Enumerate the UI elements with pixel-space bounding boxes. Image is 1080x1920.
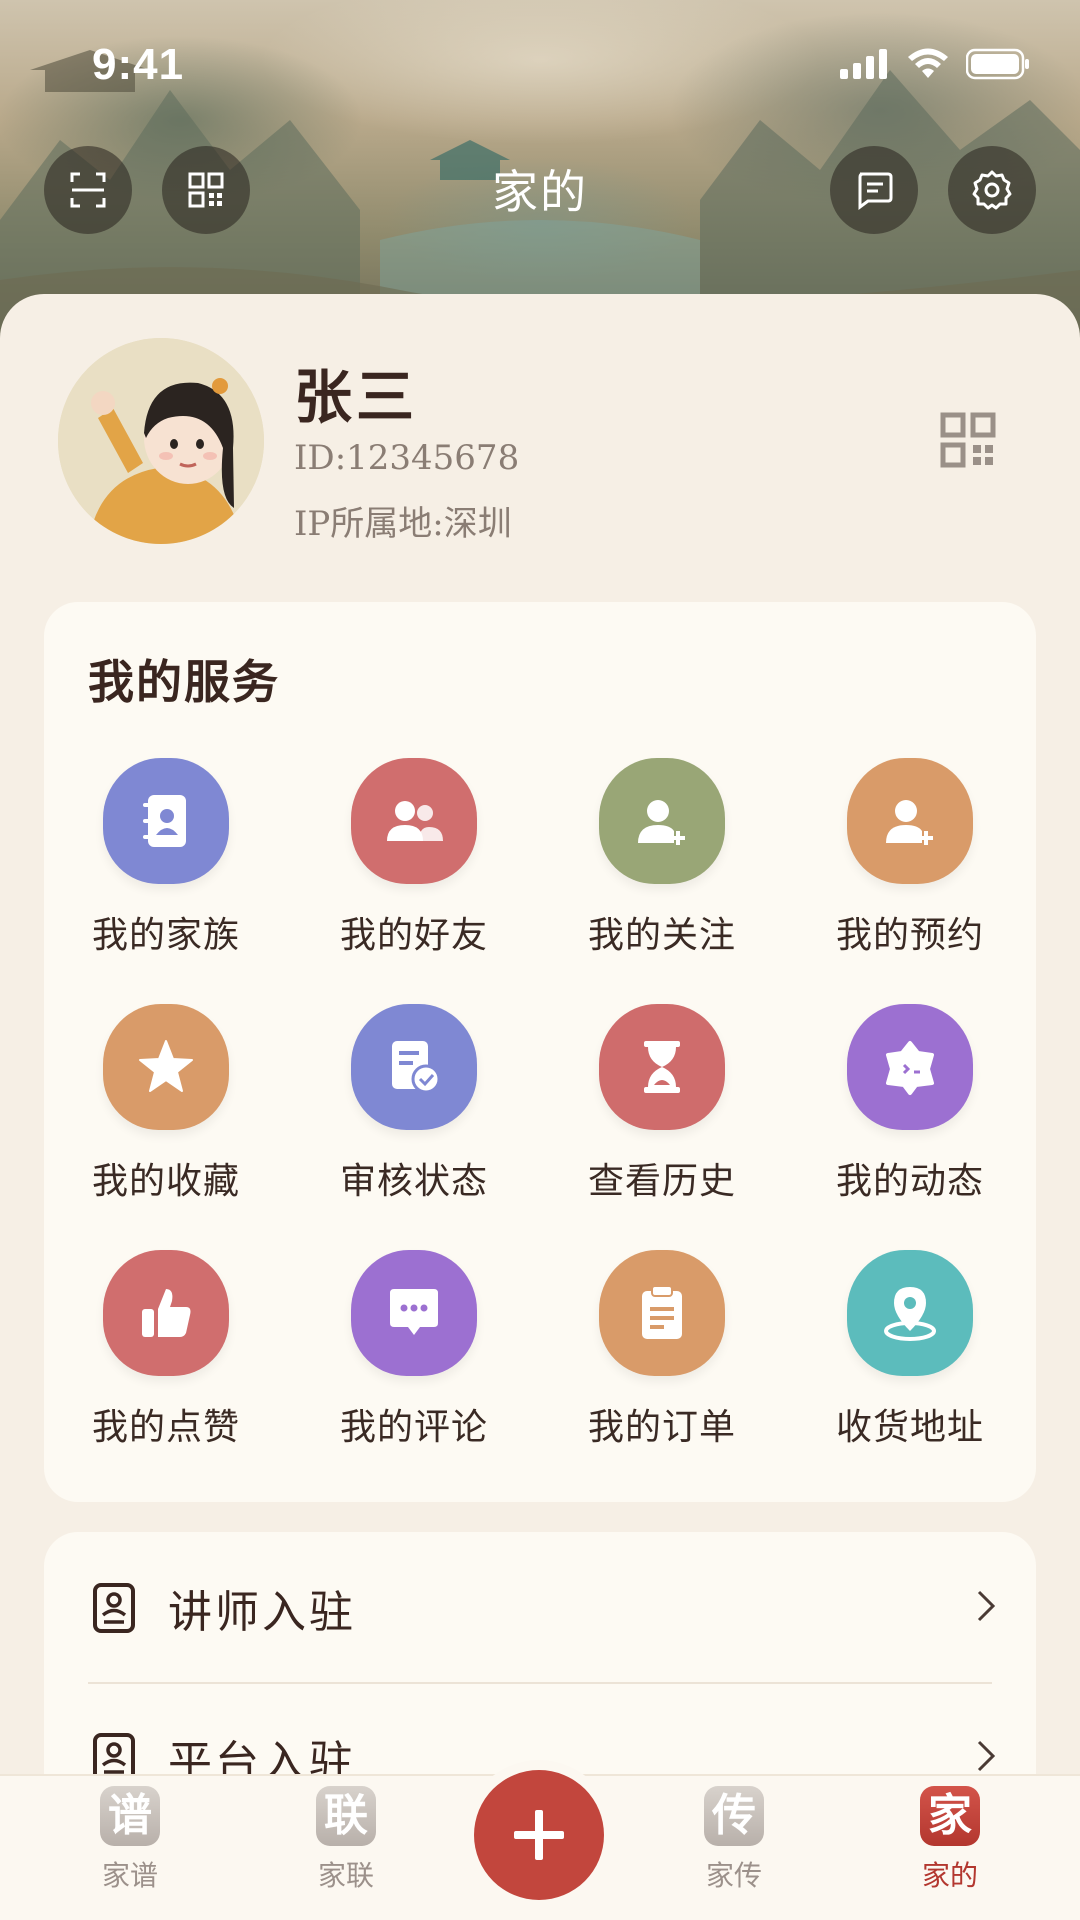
follow-user-icon bbox=[599, 758, 725, 884]
service-label: 我的收藏 bbox=[91, 1161, 240, 1202]
messages-button[interactable] bbox=[830, 146, 918, 234]
moments-icon bbox=[847, 1004, 973, 1130]
service-label: 审核状态 bbox=[339, 1161, 488, 1202]
service-orders[interactable]: 我的订单 bbox=[562, 1250, 762, 1450]
service-friends[interactable]: 我的好友 bbox=[314, 758, 514, 958]
status-icons bbox=[840, 48, 1030, 80]
family-legacy-icon: 传 bbox=[704, 1786, 764, 1846]
tab-label: 家的 bbox=[921, 1859, 978, 1892]
avatar[interactable] bbox=[58, 338, 264, 544]
chevron-right-icon bbox=[977, 1590, 996, 1622]
message-icon bbox=[858, 172, 893, 210]
qr-code-icon bbox=[940, 412, 996, 468]
battery-icon bbox=[966, 48, 1029, 80]
services-card: 我的服务 我的家族 我的好友 我的关注 我的预约 我的收藏 审核状态 查看历史 … bbox=[44, 602, 1036, 1502]
plus-icon bbox=[514, 1810, 564, 1860]
chevron-right-icon bbox=[977, 1740, 996, 1772]
service-favorites[interactable]: 我的收藏 bbox=[66, 1004, 266, 1204]
service-comments[interactable]: 我的评论 bbox=[314, 1250, 514, 1450]
user-ip-location: IP所属地:深圳 bbox=[294, 504, 512, 544]
tab-label: 家传 bbox=[705, 1859, 762, 1892]
service-family[interactable]: 我的家族 bbox=[66, 758, 266, 958]
service-label: 我的家族 bbox=[91, 915, 240, 956]
review-doc-icon bbox=[351, 1004, 477, 1130]
id-card-icon bbox=[93, 1583, 135, 1633]
service-label: 我的订单 bbox=[587, 1407, 736, 1448]
service-label: 我的动态 bbox=[835, 1161, 984, 1202]
page-title: 家的 bbox=[492, 165, 588, 219]
service-label: 我的点赞 bbox=[91, 1407, 240, 1448]
status-bar: 9:41 bbox=[0, 0, 1080, 130]
service-label: 我的关注 bbox=[587, 915, 736, 956]
list-item-label: 讲师入驻 bbox=[168, 1587, 356, 1638]
tab-label: 家联 bbox=[317, 1859, 374, 1892]
service-address[interactable]: 收货地址 bbox=[810, 1250, 1010, 1450]
hourglass-icon bbox=[599, 1004, 725, 1130]
thumbs-up-icon bbox=[103, 1250, 229, 1376]
address-book-icon bbox=[103, 758, 229, 884]
list-item-lecturer-join[interactable]: 讲师入驻 bbox=[44, 1532, 1036, 1684]
tab-family-tree[interactable]: 谱 家谱 bbox=[70, 1786, 190, 1894]
user-name: 张三 bbox=[294, 363, 419, 431]
clipboard-icon bbox=[599, 1250, 725, 1376]
settings-button[interactable] bbox=[948, 146, 1036, 234]
service-history[interactable]: 查看历史 bbox=[562, 1004, 762, 1204]
tab-mine[interactable]: 家 家的 bbox=[890, 1786, 1010, 1894]
profile-qr-button[interactable] bbox=[940, 412, 996, 468]
service-review-status[interactable]: 审核状态 bbox=[314, 1004, 514, 1204]
avatar-illustration bbox=[58, 338, 264, 544]
service-moments[interactable]: 我的动态 bbox=[810, 1004, 1010, 1204]
friends-icon bbox=[351, 758, 477, 884]
gear-icon bbox=[972, 170, 1012, 210]
comment-icon bbox=[351, 1250, 477, 1376]
signal-icon bbox=[840, 49, 887, 79]
service-label: 收货地址 bbox=[835, 1407, 984, 1448]
service-follow[interactable]: 我的关注 bbox=[562, 758, 762, 958]
family-union-icon: 联 bbox=[316, 1786, 376, 1846]
tab-family-legacy[interactable]: 传 家传 bbox=[674, 1786, 794, 1894]
family-tree-icon: 谱 bbox=[100, 1786, 160, 1846]
service-label: 我的预约 bbox=[835, 915, 984, 956]
star-icon bbox=[103, 1004, 229, 1130]
status-time: 9:41 bbox=[92, 40, 185, 89]
user-id: ID:12345678 bbox=[294, 438, 520, 478]
service-likes[interactable]: 我的点赞 bbox=[66, 1250, 266, 1450]
service-label: 查看历史 bbox=[587, 1161, 736, 1202]
service-label: 我的评论 bbox=[339, 1407, 488, 1448]
mine-icon: 家 bbox=[920, 1786, 980, 1846]
tab-family-union[interactable]: 联 家联 bbox=[286, 1786, 406, 1894]
add-user-icon bbox=[847, 758, 973, 884]
location-icon bbox=[847, 1250, 973, 1376]
service-label: 我的好友 bbox=[339, 915, 488, 956]
wifi-icon bbox=[908, 48, 948, 78]
tab-label: 家谱 bbox=[101, 1859, 158, 1892]
add-button[interactable] bbox=[474, 1770, 604, 1900]
services-title: 我的服务 bbox=[88, 655, 280, 709]
service-appointment[interactable]: 我的预约 bbox=[810, 758, 1010, 958]
